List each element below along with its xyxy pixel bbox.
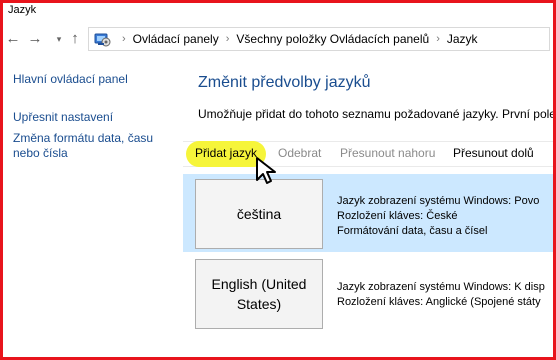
language-detail-line: Rozložení kláves: České	[337, 210, 458, 222]
language-row[interactable]: čeština Jazyk zobrazení systému Windows:…	[183, 174, 556, 252]
navigation-bar: ← → ▾ ↑ › Ovládací panely › Všechny polo…	[0, 24, 556, 54]
language-toolbar: Přidat jazyk Odebrat Přesunout nahoru Př…	[183, 141, 556, 167]
breadcrumb-item-all-items[interactable]: Všechny položky Ovládacích panelů	[236, 32, 429, 46]
move-down-button[interactable]: Přesunout dolů	[453, 146, 534, 160]
forward-arrow-icon[interactable]: →	[26, 28, 44, 50]
page-description: Umožňuje přidat do tohoto seznamu požado…	[198, 107, 556, 121]
language-details: Jazyk zobrazení systému Windows: K disp …	[337, 280, 545, 310]
language-detail-line: Rozložení kláves: Anglické (Spojené stát…	[337, 296, 541, 308]
page-title: Změnit předvolby jazyků	[198, 74, 371, 91]
address-bar[interactable]: › Ovládací panely › Všechny položky Ovlá…	[88, 27, 550, 51]
mouse-pointer-icon	[256, 157, 276, 184]
move-up-button[interactable]: Přesunout nahoru	[340, 146, 435, 160]
language-tile[interactable]: English (United States)	[195, 259, 323, 329]
add-language-button[interactable]: Přidat jazyk	[195, 146, 257, 160]
up-arrow-icon[interactable]: ↑	[66, 28, 84, 50]
language-name: čeština	[236, 206, 282, 222]
sidebar-item-change-formats[interactable]: Změna formátu data, času nebo čísla	[13, 131, 163, 161]
remove-language-button[interactable]: Odebrat	[278, 146, 321, 160]
language-detail-line: Jazyk zobrazení systému Windows: Povo	[337, 195, 540, 207]
breadcrumb-item-language[interactable]: Jazyk	[447, 32, 478, 46]
breadcrumb-separator[interactable]: ›	[436, 33, 440, 45]
language-details: Jazyk zobrazení systému Windows: Povo Ro…	[337, 194, 539, 239]
language-name: English (United States)	[211, 276, 307, 312]
sidebar-item-advanced-settings[interactable]: Upřesnit nastavení	[13, 110, 113, 125]
control-panel-icon	[94, 33, 111, 47]
language-tile[interactable]: čeština	[195, 179, 323, 249]
language-detail-line: Formátování data, času a čísel	[337, 225, 488, 237]
window-title: Jazyk	[8, 4, 37, 16]
language-detail-line: Jazyk zobrazení systému Windows: K disp	[337, 281, 545, 293]
back-arrow-icon[interactable]: ←	[4, 28, 22, 50]
breadcrumb-separator[interactable]: ›	[226, 33, 230, 45]
breadcrumb-separator: ›	[122, 33, 126, 45]
breadcrumb-item-control-panel[interactable]: Ovládací panely	[133, 32, 219, 46]
language-row[interactable]: English (United States) Jazyk zobrazení …	[183, 254, 556, 332]
sidebar-item-control-panel-home[interactable]: Hlavní ovládací panel	[13, 72, 128, 87]
